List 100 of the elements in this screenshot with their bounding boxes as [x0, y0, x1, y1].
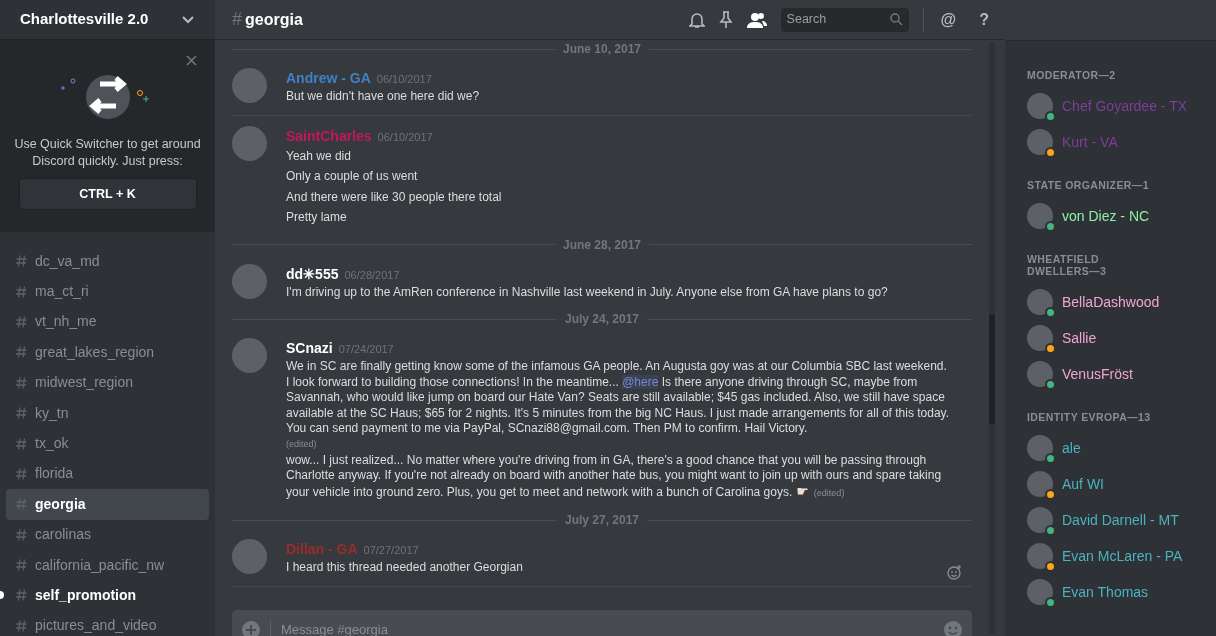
- hash-icon: #: [232, 6, 242, 33]
- avatar: [1027, 579, 1053, 605]
- message-text: wow... I just realized... No matter where you're driving from in GA, there's a good chance that you will be passing through Charlotte anyway. If you're not already on board with another hate bus, you might want to join up with ours and spare taking your vehicle into ground zero. Plus, you get to meet and network with a bunch of Carolina goys. ☛ (edited): [286, 452, 942, 499]
- shortcut-button[interactable]: CTRL + K: [18, 178, 197, 210]
- member-item[interactable]: David Darnell - MT: [1027, 502, 1194, 538]
- avatar: [1027, 129, 1053, 155]
- avatar: [1027, 435, 1053, 461]
- mention-link[interactable]: @here: [622, 374, 659, 389]
- add-reaction-icon[interactable]: [947, 564, 962, 580]
- search-input[interactable]: Search: [786, 10, 877, 29]
- message-text: And there were like 30 people there total: [286, 189, 502, 204]
- channel-item[interactable]: dc_va_md: [6, 246, 209, 277]
- avatar: [1027, 325, 1053, 351]
- member-name: Chef Goyardee - TX: [1062, 96, 1188, 116]
- date-divider: July 27, 2017: [563, 513, 641, 527]
- avatar: [1027, 93, 1053, 119]
- hash-icon: [16, 559, 27, 572]
- member-name: Evan Thomas: [1062, 582, 1149, 602]
- avatar: [232, 68, 267, 103]
- member-name: von Diez - NC: [1062, 206, 1150, 226]
- member-item[interactable]: Evan McLaren - PA: [1027, 538, 1194, 574]
- search-bar[interactable]: Search: [780, 7, 909, 32]
- member-name: ale: [1062, 438, 1081, 458]
- hash-icon: [16, 467, 27, 480]
- member-item[interactable]: Auf WI: [1027, 466, 1194, 502]
- member-name: Evan McLaren - PA: [1062, 546, 1183, 566]
- tip-text: Use Quick Switcher to get around Discord quickly. Just press:: [13, 136, 202, 170]
- role-heading: STATE ORGANIZER—1: [1027, 179, 1150, 191]
- channel-item[interactable]: florida: [6, 458, 209, 490]
- role-heading: MODERATOR—2: [1027, 69, 1117, 81]
- message-text: I'm driving up to the AmRen conference in Nashville last weekend in July. Anyone else from GA have plans to go?: [286, 284, 888, 299]
- channel-item[interactable]: georgia: [6, 489, 209, 520]
- hash-icon: [16, 255, 27, 268]
- avatar: [1027, 507, 1053, 533]
- hash-icon: [16, 498, 27, 511]
- channel-item[interactable]: california_pacific_nw: [6, 549, 209, 581]
- avatar: [1027, 543, 1053, 569]
- avatar: [1027, 289, 1053, 315]
- hash-icon: [16, 285, 27, 298]
- hash-icon: [16, 315, 27, 328]
- timestamp: 06/10/2017: [376, 72, 432, 87]
- channel-item[interactable]: midwest_region: [6, 367, 209, 398]
- avatar: [232, 125, 267, 161]
- hash-icon: [16, 407, 27, 420]
- channel-item[interactable]: self_promotion: [6, 580, 209, 611]
- member-name: Auf WI: [1062, 474, 1104, 494]
- mentions-button[interactable]: @: [937, 7, 960, 32]
- bell-icon[interactable]: [688, 10, 705, 29]
- hash-icon: [16, 589, 27, 602]
- channel-item[interactable]: tx_ok: [6, 428, 209, 459]
- message-text: I heard this thread needed another Georgian: [286, 560, 523, 574]
- avatar: [232, 539, 267, 574]
- pin-icon[interactable]: [718, 10, 733, 29]
- avatar: [1027, 203, 1053, 229]
- member-name: Sallie: [1062, 328, 1097, 348]
- member-name: BellaDashwood: [1062, 292, 1160, 312]
- member-item[interactable]: ale: [1027, 430, 1194, 466]
- timestamp: 06/28/2017: [344, 267, 400, 283]
- message-text: Pretty lame: [286, 210, 347, 224]
- member-name: VenusFröst: [1062, 364, 1133, 384]
- chevron-down-icon: [181, 14, 195, 25]
- members-icon[interactable]: [746, 11, 767, 28]
- channel-item[interactable]: great_lakes_region: [6, 337, 209, 368]
- avatar: [1027, 361, 1053, 387]
- channel-item[interactable]: carolinas: [6, 519, 209, 550]
- member-name: David Darnell - MT: [1062, 510, 1179, 530]
- member-item[interactable]: BellaDashwood: [1027, 284, 1194, 320]
- search-icon: [889, 13, 903, 26]
- hash-icon: [16, 437, 27, 450]
- channel-item[interactable]: ma_ct_ri: [6, 276, 209, 307]
- author-name[interactable]: Andrew - GA: [286, 68, 371, 89]
- member-item[interactable]: Evan Thomas: [1027, 574, 1194, 610]
- close-icon[interactable]: [186, 55, 197, 66]
- date-divider: July 24, 2017: [563, 312, 641, 326]
- hash-icon: [16, 528, 27, 541]
- member-name: Kurt - VA: [1062, 132, 1118, 152]
- channel-item[interactable]: vt_nh_me: [6, 306, 209, 338]
- scrollbar[interactable]: [989, 42, 995, 634]
- channel-item[interactable]: ky_tn: [6, 397, 209, 429]
- avatar: [232, 263, 267, 299]
- avatar: [232, 338, 267, 373]
- member-item[interactable]: Sallie: [1027, 320, 1194, 356]
- role-heading: WHEATFIELD DWELLERS—3: [1027, 253, 1108, 277]
- scrollbar-thumb[interactable]: [989, 314, 995, 424]
- message-text: Yeah we did: [286, 148, 351, 163]
- message-text: But we didn't have one here did we?: [286, 89, 480, 103]
- message-text: Only a couple of us went: [286, 169, 418, 183]
- edited-label: (edited): [286, 438, 317, 449]
- author-name[interactable]: SCnazi: [286, 338, 333, 359]
- author-name[interactable]: dd✳555: [286, 263, 339, 285]
- channel-item[interactable]: pictures_and_video: [6, 610, 209, 636]
- timestamp: 07/27/2017: [363, 543, 419, 558]
- emoji-icon[interactable]: [944, 621, 962, 636]
- message-text: We in SC are finally getting know some of the infamous GA people. An Augusta goy was at our Columbia SBC last weekend. I look forward to building those connections! In the meantime... @here Is there anyone driving through SC, maybe from Savannah, who would like jump on board our Hate Van? Seats are still available; $45 gas included. Also, we still have space available at the SC Haus; $65 for 2 nights. It's 5 minutes from the big NC Haus. I just made arrangements for all of this today. You can send payment to me via PayPal, SCnazi88@gmail.com. Then PM to confirm. Hail Victory.: [286, 359, 950, 435]
- timestamp: 06/10/2017: [377, 129, 433, 145]
- channel-title: georgia: [245, 9, 303, 30]
- member-item[interactable]: von Diez - NC: [1027, 198, 1194, 234]
- help-button[interactable]: ?: [973, 7, 995, 32]
- plus-circle-icon[interactable]: [242, 621, 260, 636]
- member-item[interactable]: VenusFröst: [1027, 356, 1194, 392]
